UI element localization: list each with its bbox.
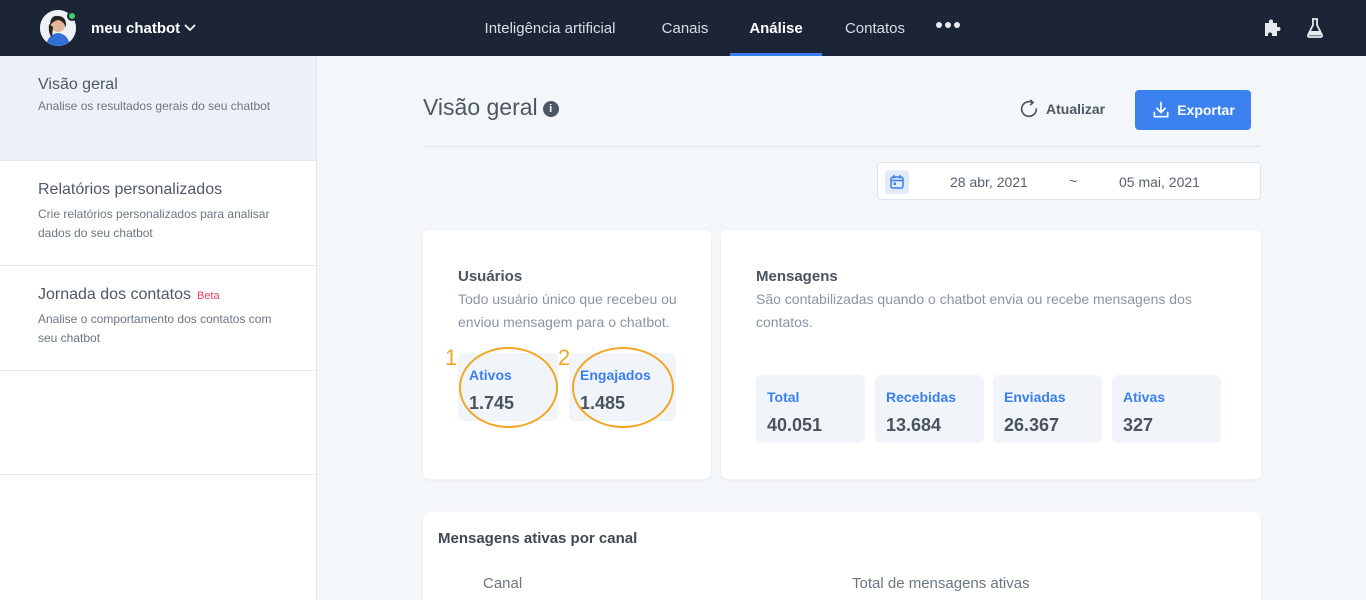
metric-ativos[interactable]: Ativos 1.745	[458, 353, 558, 421]
date-end[interactable]: 05 mai, 2021	[1119, 174, 1200, 190]
sidebar-item-title-row: Jornada dos contatos Beta	[38, 286, 278, 304]
nav-contatos[interactable]: Contatos	[836, 0, 914, 56]
bot-name: meu chatbot	[91, 19, 181, 37]
metric-label: Ativas	[1123, 389, 1166, 405]
beta-badge: Beta	[197, 290, 220, 302]
metric-engajados[interactable]: Engajados 1.485	[569, 353, 676, 421]
metric-recebidas[interactable]: Recebidas 13.684	[875, 375, 984, 443]
messages-card-desc: São contabilizadas quando o chatbot envi…	[756, 291, 1192, 330]
metric-ativas[interactable]: Ativas 327	[1112, 375, 1221, 443]
nav-inteligencia-artificial[interactable]: Inteligência artificial	[472, 0, 628, 56]
metric-total[interactable]: Total 40.051	[756, 375, 865, 443]
sidebar-item-title: Relatórios personalizados	[38, 181, 223, 198]
metric-label: Ativos	[469, 367, 512, 383]
refresh-button[interactable]: Atualizar	[1018, 97, 1105, 121]
info-icon[interactable]: i	[542, 100, 559, 117]
sidebar: Visão geral Analise os resultados gerais…	[0, 56, 317, 600]
sidebar-item-title: Visão geral	[38, 76, 118, 93]
bot-switcher[interactable]: meu chatbot	[40, 10, 196, 46]
metric-label: Enviadas	[1004, 389, 1066, 405]
flask-icon[interactable]	[1303, 16, 1327, 40]
messages-card: Mensagens São contabilizadas quando o ch…	[721, 230, 1261, 479]
metric-label: Recebidas	[886, 389, 957, 405]
refresh-icon	[1020, 99, 1038, 118]
metric-value: 13.684	[886, 415, 942, 435]
download-icon	[1153, 101, 1169, 118]
annotation-number-2: 2	[558, 345, 571, 370]
sidebar-item-jornada-dos-contatos[interactable]: Jornada dos contatos Beta Analise o compo…	[0, 266, 316, 371]
avatar	[40, 10, 77, 46]
date-separator: ~	[1069, 173, 1078, 189]
sidebar-item-desc: Analise o comportamento dos contatos com…	[38, 312, 272, 345]
more-horizontal-icon[interactable]	[936, 22, 960, 28]
metric-label: Engajados	[580, 367, 651, 383]
metric-value: 26.367	[1004, 415, 1060, 435]
puzzle-icon[interactable]	[1261, 16, 1285, 40]
users-card-title: Usuários	[458, 268, 523, 285]
sidebar-item-desc: Crie relatórios personalizados para anal…	[38, 207, 270, 240]
metric-value: 1.745	[469, 393, 515, 413]
sidebar-item-relatorios-personalizados[interactable]: Relatórios personalizados Crie relatório…	[0, 161, 316, 266]
export-button[interactable]: Exportar	[1135, 90, 1251, 130]
metric-value: 40.051	[767, 415, 823, 435]
metric-enviadas[interactable]: Enviadas 26.367	[993, 375, 1102, 443]
calendar-icon	[885, 170, 909, 194]
column-header-canal[interactable]: Canal	[483, 575, 522, 592]
metric-label: Total	[767, 389, 800, 405]
sidebar-item-desc: Analise os resultados gerais do seu chat…	[38, 99, 271, 113]
nav-analise[interactable]: Análise	[730, 0, 822, 56]
date-range-picker[interactable]: 28 abr, 2021 ~ 05 mai, 2021	[877, 162, 1261, 200]
sidebar-item-visao-geral[interactable]: Visão geral Analise os resultados gerais…	[0, 56, 316, 161]
metric-value: 327	[1123, 415, 1154, 435]
nav-canais[interactable]: Canais	[654, 0, 716, 56]
column-header-total[interactable]: Total de mensagens ativas	[852, 575, 1030, 592]
page-title-text: Visão geral	[423, 94, 538, 120]
users-card-desc: Todo usuário único que recebeu ou enviou…	[458, 291, 677, 330]
export-label: Exportar	[1177, 102, 1235, 118]
annotation-number-1: 1	[445, 345, 458, 370]
refresh-label: Atualizar	[1046, 101, 1106, 117]
metric-value: 1.485	[580, 393, 626, 413]
active-messages-table-title: Mensagens ativas por canal	[438, 530, 638, 547]
page-title: Visão geral i	[423, 94, 559, 121]
sidebar-empty-slot	[0, 371, 316, 475]
chevron-down-icon	[184, 24, 196, 32]
messages-card-title: Mensagens	[756, 268, 838, 285]
date-start[interactable]: 28 abr, 2021	[950, 174, 1028, 190]
sidebar-item-title: Jornada dos contatos	[38, 286, 191, 303]
header-divider	[423, 146, 1261, 147]
active-messages-table-card	[423, 512, 1261, 600]
top-navbar: meu chatbot Inteligência artificial Cana…	[0, 0, 1366, 56]
online-status-dot	[67, 11, 77, 21]
